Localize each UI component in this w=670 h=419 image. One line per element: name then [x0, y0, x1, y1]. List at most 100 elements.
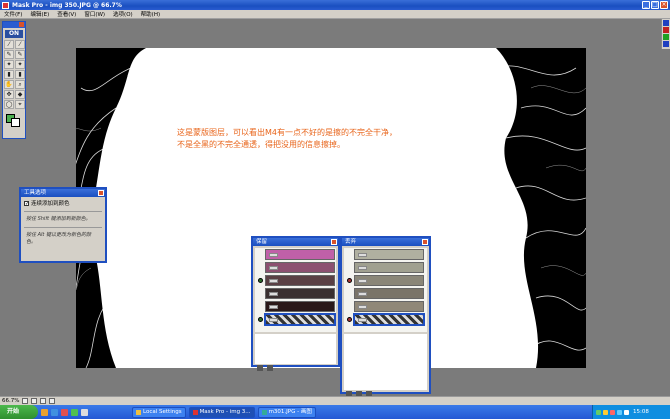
color-swatch-row[interactable] — [344, 313, 427, 326]
tray-network-icon[interactable] — [596, 409, 601, 415]
close-icon[interactable] — [331, 239, 337, 245]
quicklaunch-folder-icon[interactable] — [41, 408, 48, 416]
task-mask-pro[interactable]: Mask Pro - img 3... — [188, 406, 255, 418]
menu-file[interactable]: 文件(F) — [0, 10, 26, 18]
tray-app-icon[interactable] — [617, 409, 622, 415]
color-swatch-row[interactable] — [344, 248, 427, 261]
eraser-icon[interactable]: ▮ — [4, 70, 14, 79]
color-swatch-row[interactable] — [344, 274, 427, 287]
system-tray: 15:08 — [592, 405, 670, 419]
swatch-thumbnail — [269, 253, 278, 257]
tray-security-icon[interactable] — [610, 409, 615, 415]
color-swatch-row[interactable] — [255, 261, 336, 274]
visibility-icon[interactable] — [255, 248, 265, 261]
color-swatch[interactable] — [5, 113, 23, 127]
visibility-icon[interactable] — [344, 248, 354, 261]
separator — [24, 227, 102, 228]
move-icon[interactable]: ✥ — [4, 90, 14, 99]
selector-icon[interactable]: ⌖ — [15, 100, 25, 109]
color-swatch[interactable] — [354, 288, 424, 299]
visibility-icon[interactable] — [255, 313, 265, 326]
view-mode-icon[interactable] — [40, 398, 47, 404]
color-swatch[interactable] — [264, 313, 336, 326]
color-swatch[interactable] — [265, 249, 335, 260]
task-label: Mask Pro - img 3... — [199, 408, 251, 415]
view-mode-icon[interactable] — [49, 398, 56, 404]
visibility-icon[interactable] — [255, 300, 265, 313]
visibility-icon[interactable] — [255, 261, 265, 274]
toolbox: ON ⁄ ⁄ ✎ ✎ ✦ ✦ ▮ ▮ ✋ ⌕ ✥ ◆ ◯ ⌖ — [2, 21, 26, 139]
tray-ime-icon[interactable] — [624, 409, 629, 415]
task-local-settings[interactable]: Local Settings — [132, 406, 186, 418]
palette-red-swatch[interactable] — [663, 27, 669, 33]
swatch-thumbnail — [358, 305, 367, 309]
color-swatch-row[interactable] — [255, 313, 336, 326]
start-button[interactable]: 开始 — [0, 405, 38, 419]
color-swatch-row[interactable] — [344, 287, 427, 300]
visibility-icon[interactable] — [344, 313, 354, 326]
color-swatch-row[interactable] — [255, 274, 336, 287]
dropper-add-icon[interactable]: ⁄ — [4, 40, 14, 49]
quicklaunch-desktop-icon[interactable] — [81, 408, 88, 416]
visible-dot-icon — [257, 317, 263, 322]
statusbar: 66.7% — [0, 396, 670, 405]
close-icon[interactable] — [98, 190, 104, 196]
color-swatch[interactable] — [354, 301, 424, 312]
visibility-icon[interactable] — [344, 300, 354, 313]
pen-icon[interactable]: ✦ — [15, 60, 25, 69]
visibility-icon[interactable] — [255, 274, 265, 287]
maximize-button[interactable]: □ — [651, 1, 659, 9]
hand-icon[interactable]: ✋ — [4, 80, 14, 89]
menu-window[interactable]: 窗口(W) — [80, 10, 109, 18]
color-swatch[interactable] — [265, 275, 335, 286]
color-swatch-row[interactable] — [344, 300, 427, 313]
visibility-icon[interactable] — [344, 261, 354, 274]
quicklaunch-app-icon[interactable] — [71, 408, 78, 416]
color-swatch[interactable] — [354, 262, 424, 273]
delete-color-icon[interactable] — [267, 365, 273, 371]
color-swatch[interactable] — [265, 262, 335, 273]
fill-icon[interactable]: ▮ — [15, 70, 25, 79]
color-swatch-row[interactable] — [255, 300, 336, 313]
palette-blue2-swatch[interactable] — [663, 41, 669, 47]
color-swatch[interactable] — [265, 288, 335, 299]
color-swatch-row[interactable] — [255, 287, 336, 300]
visibility-icon[interactable] — [255, 287, 265, 300]
zoom-icon[interactable]: ⌕ — [15, 80, 25, 89]
palette-green-swatch[interactable] — [663, 34, 669, 40]
color-swatch[interactable] — [353, 313, 425, 326]
color-swatch[interactable] — [354, 249, 424, 260]
task-paint[interactable]: m301.JPG - 画图 — [257, 406, 316, 418]
quicklaunch-media-icon[interactable] — [61, 408, 68, 416]
color-swatch-row[interactable] — [255, 248, 336, 261]
close-button[interactable]: × — [660, 1, 668, 9]
lasso-icon[interactable]: ◯ — [4, 100, 14, 109]
dropper-subtract-icon[interactable]: ⁄ — [15, 40, 25, 49]
menu-view[interactable]: 查看(V) — [53, 10, 80, 18]
palette-blue-swatch[interactable] — [663, 20, 669, 26]
menu-help[interactable]: 帮助(H) — [137, 10, 164, 18]
brush-icon[interactable]: ✦ — [4, 60, 14, 69]
menu-options[interactable]: 选项(O) — [109, 10, 137, 18]
magic-pen-icon[interactable]: ✎ — [15, 50, 25, 59]
visibility-icon[interactable] — [344, 274, 354, 287]
minimize-button[interactable]: _ — [642, 1, 650, 9]
color-swatch[interactable] — [265, 301, 335, 312]
tray-volume-icon[interactable] — [603, 409, 608, 415]
magic-brush-icon[interactable]: ✎ — [4, 50, 14, 59]
quicklaunch-ie-icon[interactable] — [51, 408, 58, 416]
background-color[interactable] — [11, 118, 20, 127]
bucket-icon[interactable]: ◆ — [15, 90, 25, 99]
view-mode-icon[interactable] — [31, 398, 38, 404]
color-swatch[interactable] — [354, 275, 424, 286]
view-mode-icon[interactable] — [22, 398, 29, 404]
menu-edit[interactable]: 编辑(E) — [26, 10, 53, 18]
separator — [24, 211, 102, 212]
new-color-icon[interactable] — [257, 365, 263, 371]
color-swatch-row[interactable] — [344, 261, 427, 274]
close-icon[interactable] — [422, 239, 428, 245]
continuous-add-checkbox[interactable]: ✓ — [24, 200, 29, 206]
shift-hint: 按住 Shift 键添加到新颜色。 — [26, 216, 91, 222]
toolbox-close-icon[interactable] — [19, 22, 24, 27]
visibility-icon[interactable] — [344, 287, 354, 300]
